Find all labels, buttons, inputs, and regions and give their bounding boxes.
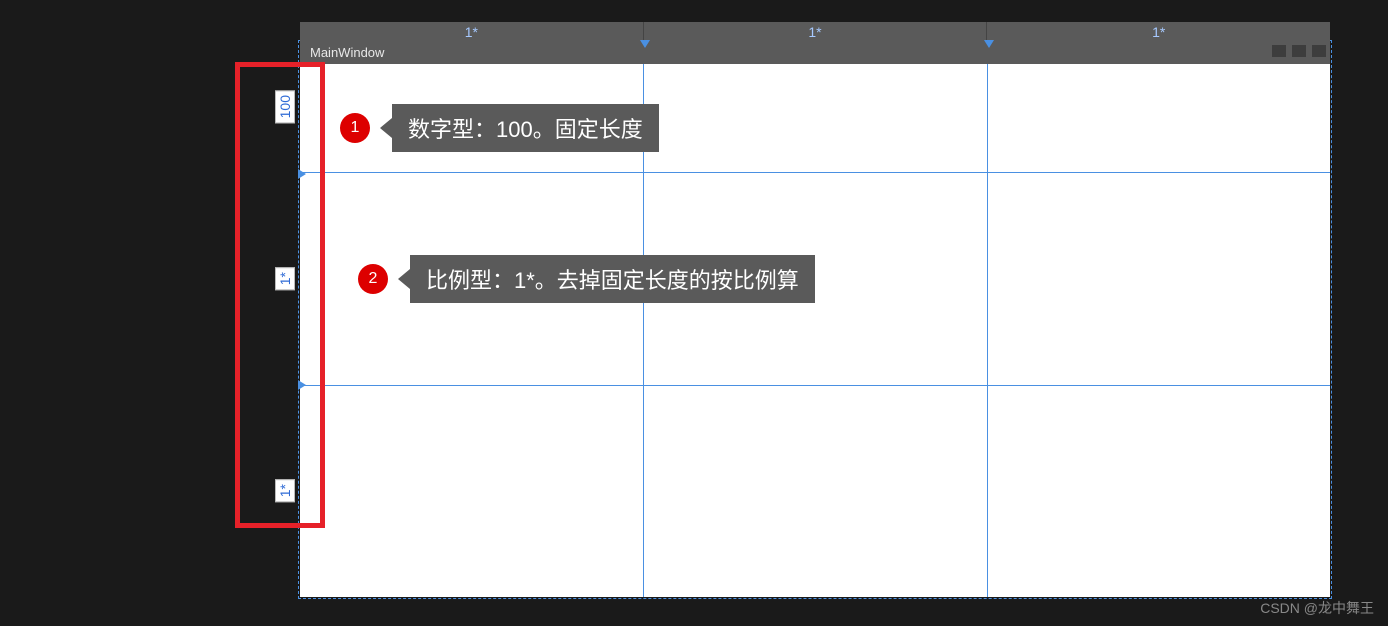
column-ruler[interactable]: 1* 1* 1* <box>300 22 1330 42</box>
grid-row-divider[interactable] <box>300 172 1330 173</box>
row-label: 1* <box>275 479 295 502</box>
row-label: 100 <box>275 90 295 123</box>
row-header-2[interactable]: 1* <box>270 385 300 598</box>
window-buttons <box>1272 45 1326 57</box>
annotation-callout-2: 2 比例型：1*。去掉固定长度的按比例算 <box>358 255 815 303</box>
row-resize-marker-icon[interactable] <box>298 169 306 179</box>
col-header-0[interactable]: 1* <box>300 22 644 42</box>
window-title: MainWindow <box>310 45 384 60</box>
grid-row-divider[interactable] <box>300 385 1330 386</box>
minimize-icon[interactable] <box>1272 45 1286 57</box>
maximize-icon[interactable] <box>1292 45 1306 57</box>
grid-col-divider[interactable] <box>987 64 988 597</box>
row-ruler[interactable]: 100 1* 1* <box>270 42 300 597</box>
callout-arrow-icon <box>380 118 392 138</box>
annotation-badge: 2 <box>358 264 388 294</box>
watermark: CSDN @龙中舞王 <box>1260 598 1374 618</box>
callout-arrow-icon <box>398 269 410 289</box>
col-resize-marker-icon[interactable] <box>640 40 650 48</box>
xaml-designer: 1* 1* 1* 100 1* 1* MainWindow 1 <box>270 22 1330 597</box>
window-title-bar: MainWindow <box>300 42 1330 64</box>
row-label: 1* <box>275 267 295 290</box>
close-icon[interactable] <box>1312 45 1326 57</box>
annotation-callout-1: 1 数字型：100。固定长度 <box>340 104 659 152</box>
annotation-text: 比例型：1*。去掉固定长度的按比例算 <box>410 255 815 303</box>
col-resize-marker-icon[interactable] <box>984 40 994 48</box>
col-header-1[interactable]: 1* <box>644 22 988 42</box>
col-header-2[interactable]: 1* <box>987 22 1330 42</box>
annotation-badge: 1 <box>340 113 370 143</box>
row-header-1[interactable]: 1* <box>270 172 300 385</box>
row-resize-marker-icon[interactable] <box>298 380 306 390</box>
annotation-text: 数字型：100。固定长度 <box>392 104 659 152</box>
row-header-0[interactable]: 100 <box>270 42 300 172</box>
